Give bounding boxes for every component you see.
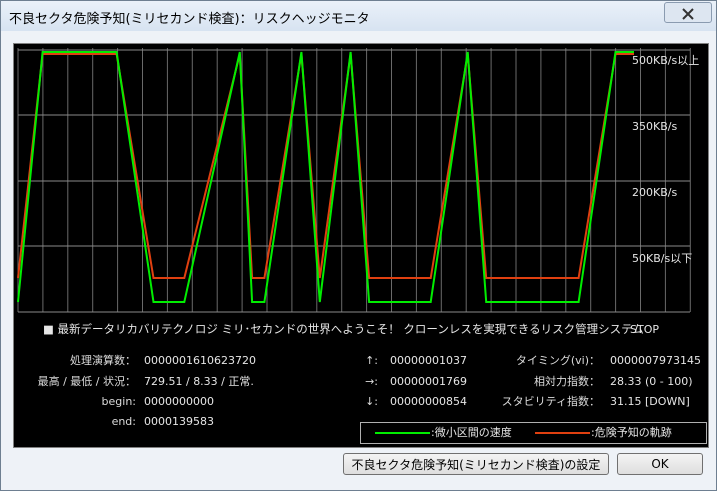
monitor-panel: 500KB/s以上 350KB/s 200KB/s 50KB/s以下 STOP ■ 最… — [13, 43, 709, 448]
title-bar: 不良セクタ危険予知(ミリセカンド検査)：リスクヘッジモニタ — [1, 1, 716, 31]
legend-swatch-risk — [535, 432, 590, 434]
maxmin-value: 729.51 / 8.33 / 正常. — [144, 375, 254, 388]
y-level-label: 500KB/s以上 — [632, 54, 699, 67]
legend-label-risk: :危険予知の軌跡 — [591, 426, 672, 439]
right-label: →: — [365, 375, 378, 388]
maxmin-label: 最高 / 最低 / 状況： — [37, 375, 136, 388]
begin-label: begin: — [101, 395, 136, 408]
stability-label: スタビリティ指数： — [501, 395, 600, 408]
y-level-label: 200KB/s — [632, 186, 677, 199]
legend-label-speed: :微小区間の速度 — [431, 426, 512, 439]
down-value: 00000000854 — [390, 395, 467, 408]
right-value: 00000001769 — [390, 375, 467, 388]
series-line-speed — [17, 51, 634, 303]
close-button[interactable] — [664, 2, 712, 23]
close-icon — [680, 6, 696, 20]
processed-label: 処理演算数： — [70, 354, 136, 367]
relative-label: 相対力指数： — [534, 375, 600, 388]
up-value: 00000001037 — [390, 354, 467, 367]
end-label: end: — [111, 415, 136, 428]
monitor-window: 不良セクタ危険予知(ミリセカンド検査)：リスクヘッジモニタ 500KB/s以上 3… — [0, 0, 717, 491]
window-title: 不良セクタ危険予知(ミリセカンド検査)：リスクヘッジモニタ — [9, 12, 370, 27]
legend-swatch-speed — [375, 432, 430, 434]
timing-value: 0000007973145 — [610, 354, 701, 367]
y-level-label: 350KB/s — [632, 120, 677, 133]
headline-text: ■ 最新データリカバリテクノロジ ミリ･セカンドの世界へようこそ！ クローンレス… — [43, 322, 644, 336]
end-value: 0000139583 — [144, 415, 214, 428]
timing-label: タイミング(vi)： — [515, 354, 600, 367]
y-level-label: 50KB/s以下 — [632, 252, 692, 265]
processed-value: 0000001610623720 — [144, 354, 256, 367]
settings-button-label: 不良セクタ危険予知(ミリセカンド検査)の設定 — [351, 457, 601, 472]
up-label: ↑: — [365, 354, 378, 367]
down-label: ↓: — [365, 395, 378, 408]
chart-legend: :微小区間の速度 :危険予知の軌跡 — [360, 422, 707, 444]
relative-value: 28.33 (0 - 100) — [610, 375, 693, 388]
settings-button[interactable]: 不良セクタ危険予知(ミリセカンド検査)の設定 — [343, 453, 609, 475]
begin-value: 0000000000 — [144, 395, 214, 408]
ok-button[interactable]: OK — [617, 453, 703, 475]
ok-button-label: OK — [651, 457, 669, 471]
stability-value: 31.15 [DOWN] — [610, 395, 690, 408]
